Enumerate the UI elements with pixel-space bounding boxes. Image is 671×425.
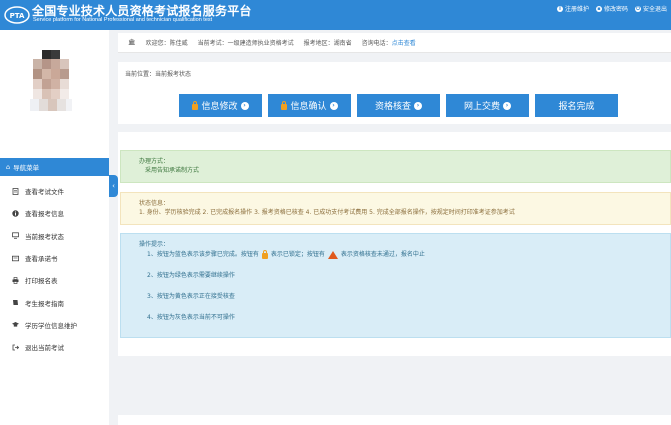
tip-1-text-a: 1、按钮为蓝色表示该步骤已完成。按钮有 — [147, 251, 259, 258]
step-label: 资格核查 — [374, 102, 411, 112]
header-links: i 注册维护 ▪ 修改密码 ⏻ 安全退出 — [556, 4, 667, 13]
step-buttons: 信息修改 › 信息确认 › 资格核查 › 网上交费 › 报名完成 — [179, 94, 618, 117]
app-subtitle: Service platform for National Profession… — [33, 17, 213, 23]
step-qualification-check-button[interactable]: 资格核查 › — [357, 94, 440, 117]
step-complete-button[interactable]: 报名完成 — [535, 94, 618, 117]
bottom-strip — [118, 415, 671, 425]
chevron-right-icon: › — [240, 101, 249, 110]
sidebar-item-guide[interactable]: 考生报考指南 — [0, 291, 109, 313]
current-exam-text: 当前考试：一级建造师执业资格考试 — [197, 40, 294, 47]
sidebar-item-label: 查看承诺书 — [25, 255, 58, 264]
logo-icon: PTA — [4, 6, 30, 24]
method-title: 办理方式： — [139, 158, 170, 165]
region-text: 报考地区：湖南省 — [303, 40, 352, 47]
step-panel: 当前位置：当前报考状态 信息修改 › 信息确认 › 资格核查 › 网上交费 › … — [118, 62, 671, 124]
status-text: 1. 身份、学历核验完成 2. 已完成报名操作 3. 报考资格已核查 4. 已成… — [139, 209, 515, 216]
sidebar-item-label: 考生报考指南 — [25, 299, 64, 308]
nav-list: 查看考试文件 查看报考信息 当前报考状态 查看承诺书 打印报名表 考生报考指南 … — [0, 180, 109, 358]
sidebar-collapse-toggle[interactable]: ‹ — [109, 175, 118, 197]
logout-link[interactable]: ⏻ 安全退出 — [634, 4, 667, 13]
main-panel: 办理方式： 采用告知承诺制方式 状态信息： 1. 身份、学历核验完成 2. 已完… — [118, 132, 671, 356]
chevron-left-icon: ‹ — [112, 182, 115, 190]
sidebar-item-label: 当前报考状态 — [25, 232, 64, 241]
monitor-icon — [12, 232, 19, 239]
register-maintain-label: 注册维护 — [564, 6, 589, 13]
welcome-text: 欢迎您：陈佳威 — [145, 40, 188, 47]
card-icon — [12, 255, 19, 262]
phone-field: 咨询电话：点击查看 — [362, 38, 416, 47]
lock-icon — [281, 100, 288, 110]
sidebar-item-exit-exam[interactable]: 退出当前考试 — [0, 336, 109, 358]
sidebar-item-label: 学历学位信息维护 — [25, 321, 77, 330]
sidebar-item-exam-files[interactable]: 查看考试文件 — [0, 180, 109, 202]
tips-title: 操作提示： — [139, 241, 170, 248]
sidebar-item-label: 查看报考信息 — [25, 210, 64, 219]
change-password-label: 修改密码 — [603, 6, 628, 13]
home-icon: ⌂ — [6, 163, 11, 171]
avatar — [30, 44, 72, 122]
step-label: 信息确认 — [290, 102, 327, 112]
sidebar-item-commitment[interactable]: 查看承诺书 — [0, 247, 109, 269]
tip-3: 3、按钮为黄色表示正在接受核查 — [147, 293, 235, 300]
tip-2: 2、按钮为绿色表示需要继续操作 — [147, 272, 235, 279]
nav-menu-header: ⌂ 导航菜单 — [0, 158, 109, 176]
svg-text:PTA: PTA — [10, 12, 25, 20]
printer-icon — [12, 276, 19, 284]
lock-icon: ▪ — [595, 5, 602, 12]
chevron-right-icon: › — [503, 101, 511, 110]
info-icon — [12, 210, 19, 217]
step-label: 报名完成 — [558, 102, 595, 112]
sidebar: ⌂ 导航菜单 查看考试文件 查看报考信息 当前报考状态 查看承诺书 打印报名表 … — [0, 30, 109, 425]
tips-alert: 操作提示： 1、按钮为蓝色表示该步骤已完成。按钮有 表示已锁定；按钮有 表示资格… — [120, 233, 671, 338]
sidebar-item-label: 打印报名表 — [25, 277, 58, 286]
logout-label: 安全退出 — [642, 6, 667, 13]
sidebar-item-application-info[interactable]: 查看报考信息 — [0, 202, 109, 224]
change-password-link[interactable]: ▪ 修改密码 — [595, 4, 628, 13]
step-info-edit-button[interactable]: 信息修改 › — [179, 94, 262, 117]
logout-icon — [12, 344, 19, 351]
warning-icon — [327, 251, 338, 259]
user-info-bar: 🏛 欢迎您：陈佳威 当前考试：一级建造师执业资格考试 报考地区：湖南省 咨询电话… — [118, 33, 671, 53]
chevron-right-icon: › — [414, 101, 422, 110]
register-maintain-link[interactable]: i 注册维护 — [556, 4, 589, 13]
phone-view-link[interactable]: 点击查看 — [392, 40, 416, 47]
step-online-payment-button[interactable]: 网上交费 › — [446, 94, 529, 117]
sidebar-item-degree-info[interactable]: 学历学位信息维护 — [0, 314, 109, 336]
header-bar: PTA 全国专业技术人员资格考试报名服务平台 Service platform … — [0, 0, 671, 30]
tip-1: 1、按钮为蓝色表示该步骤已完成。按钮有 表示已锁定；按钮有 表示资格核查未通过，… — [139, 250, 670, 259]
sidebar-item-current-status[interactable]: 当前报考状态 — [0, 225, 109, 247]
status-title: 状态信息： — [139, 200, 170, 207]
method-text: 采用告知承诺制方式 — [145, 167, 200, 174]
tip-1-text-b: 表示已锁定；按钮有 — [270, 251, 325, 258]
info-icon: i — [556, 5, 563, 12]
phone-label: 咨询电话： — [361, 40, 392, 47]
power-icon: ⏻ — [634, 5, 641, 12]
lock-icon — [261, 250, 268, 259]
sidebar-item-label: 查看考试文件 — [25, 188, 64, 197]
breadcrumb: 当前位置：当前报考状态 — [125, 71, 192, 78]
step-info-confirm-button[interactable]: 信息确认 › — [268, 94, 351, 117]
tip-4: 4、按钮为灰色表示当前不可操作 — [147, 314, 235, 321]
sidebar-item-print-form[interactable]: 打印报名表 — [0, 269, 109, 291]
bank-icon: 🏛 — [128, 39, 136, 46]
method-alert: 办理方式： 采用告知承诺制方式 — [120, 150, 671, 183]
graduation-cap-icon — [12, 321, 19, 328]
step-label: 信息修改 — [201, 102, 238, 112]
lock-icon — [192, 100, 199, 110]
step-label: 网上交费 — [463, 102, 500, 112]
book-icon — [12, 299, 19, 306]
chevron-right-icon: › — [329, 101, 338, 110]
status-alert: 状态信息： 1. 身份、学历核验完成 2. 已完成报名操作 3. 报考资格已核查… — [120, 192, 671, 225]
document-icon — [12, 187, 19, 195]
nav-menu-title: 导航菜单 — [13, 164, 40, 172]
tip-1-text-c: 表示资格核查未通过，报名中止 — [340, 251, 425, 258]
sidebar-item-label: 退出当前考试 — [25, 344, 64, 353]
